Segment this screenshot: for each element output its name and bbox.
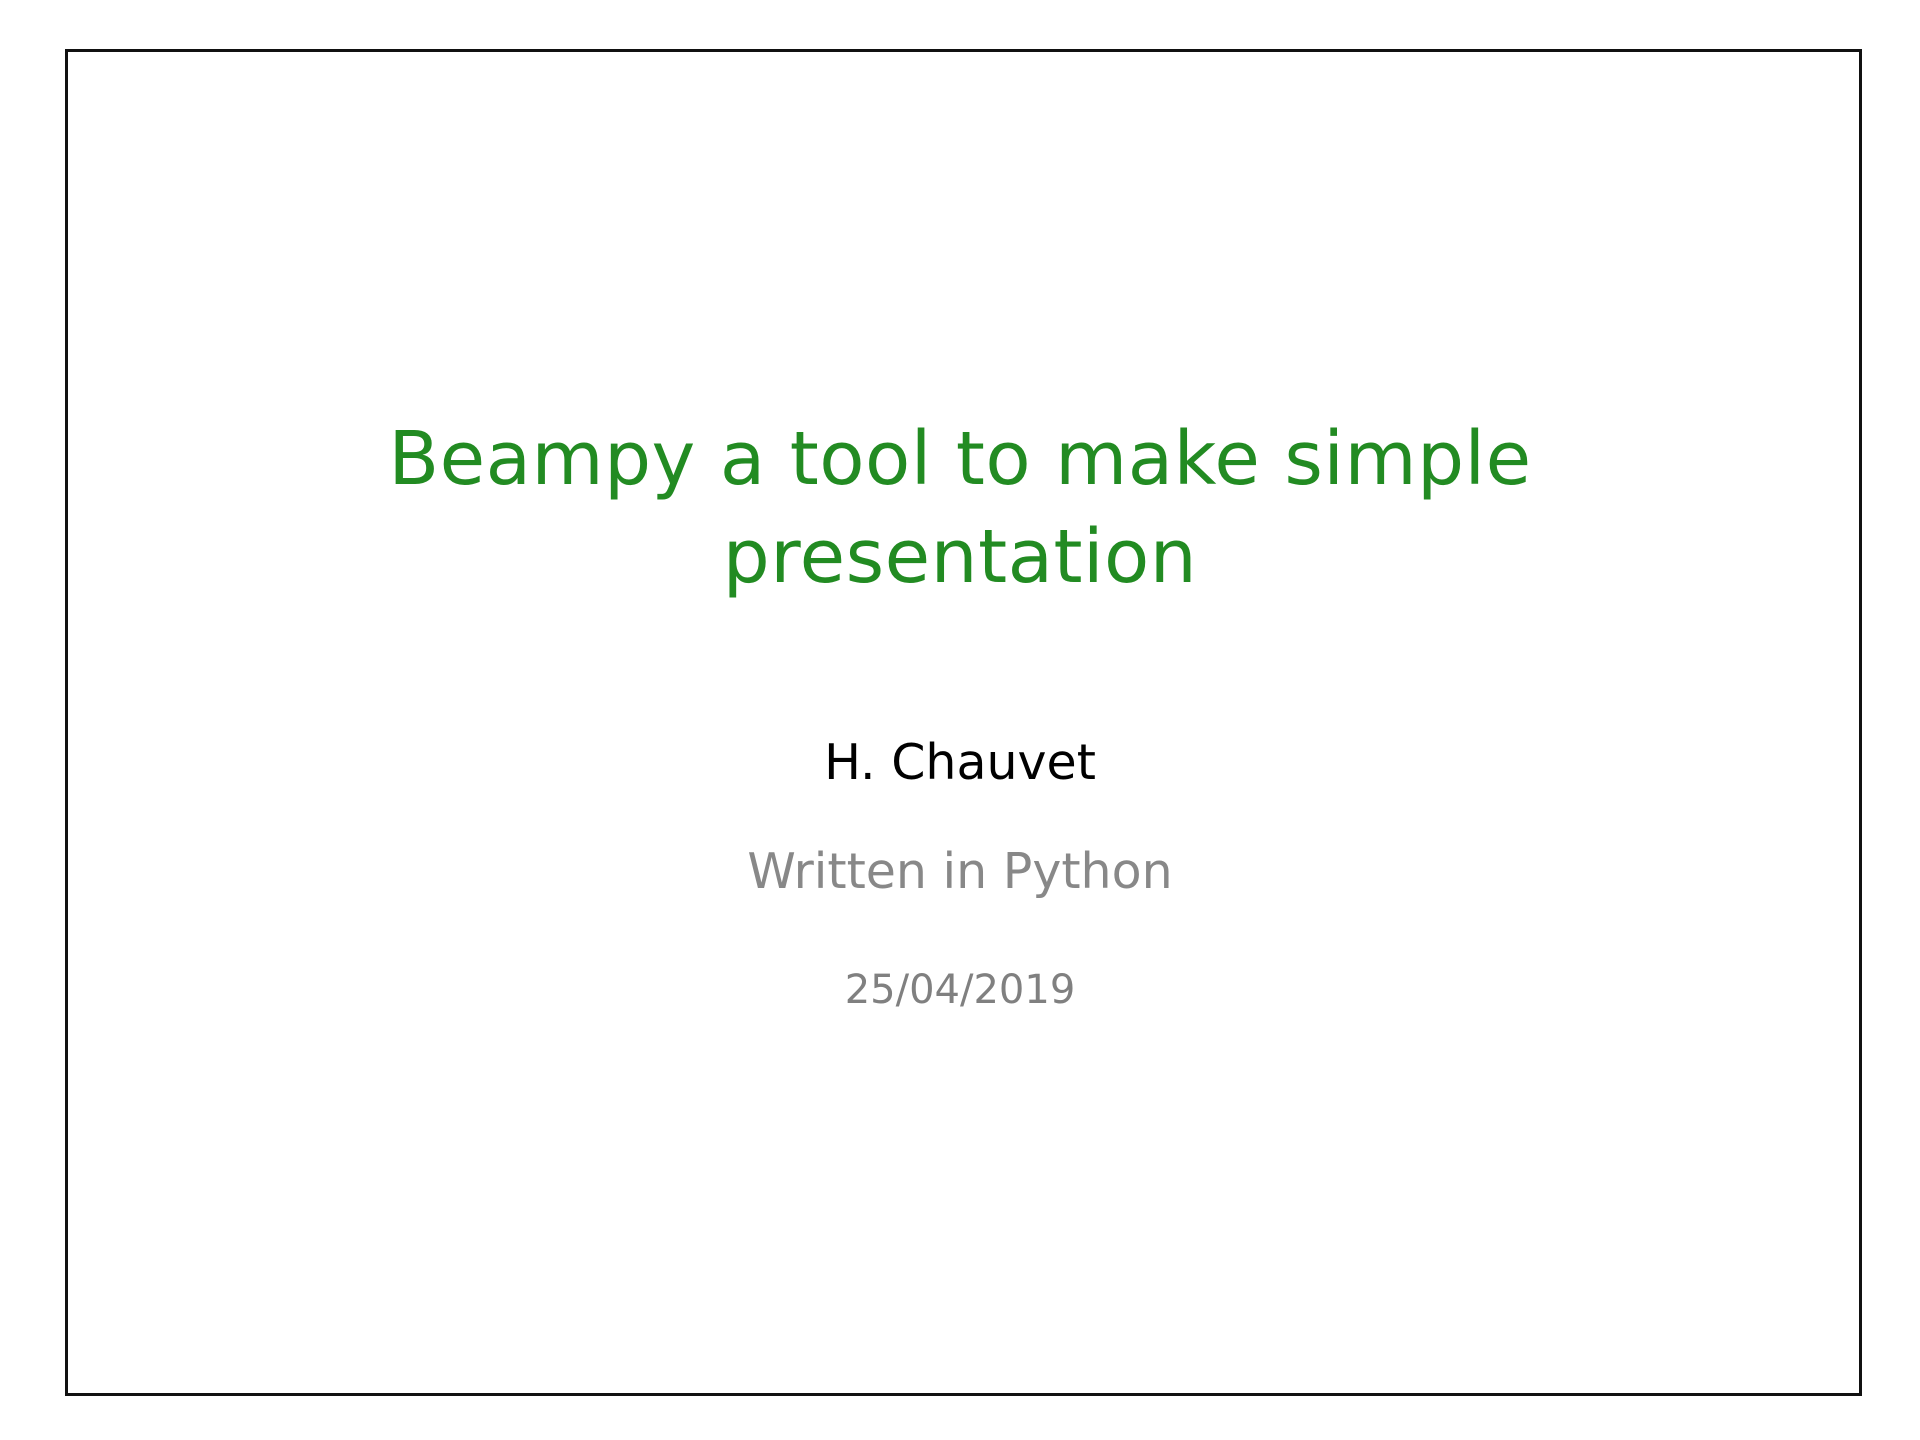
presentation-date: 25/04/2019 (844, 967, 1076, 1013)
slide-title-line-2: presentation (722, 514, 1198, 600)
author-name: H. Chauvet (824, 734, 1096, 791)
slide-title-line-1: Beampy a tool to make simple (388, 416, 1532, 502)
slide-subtitle: Written in Python (747, 843, 1173, 900)
slide-title: Beampy a tool to make simple presentatio… (0, 410, 1920, 606)
slide-frame (65, 49, 1862, 1396)
presentation-page: Beampy a tool to make simple presentatio… (0, 0, 1920, 1440)
